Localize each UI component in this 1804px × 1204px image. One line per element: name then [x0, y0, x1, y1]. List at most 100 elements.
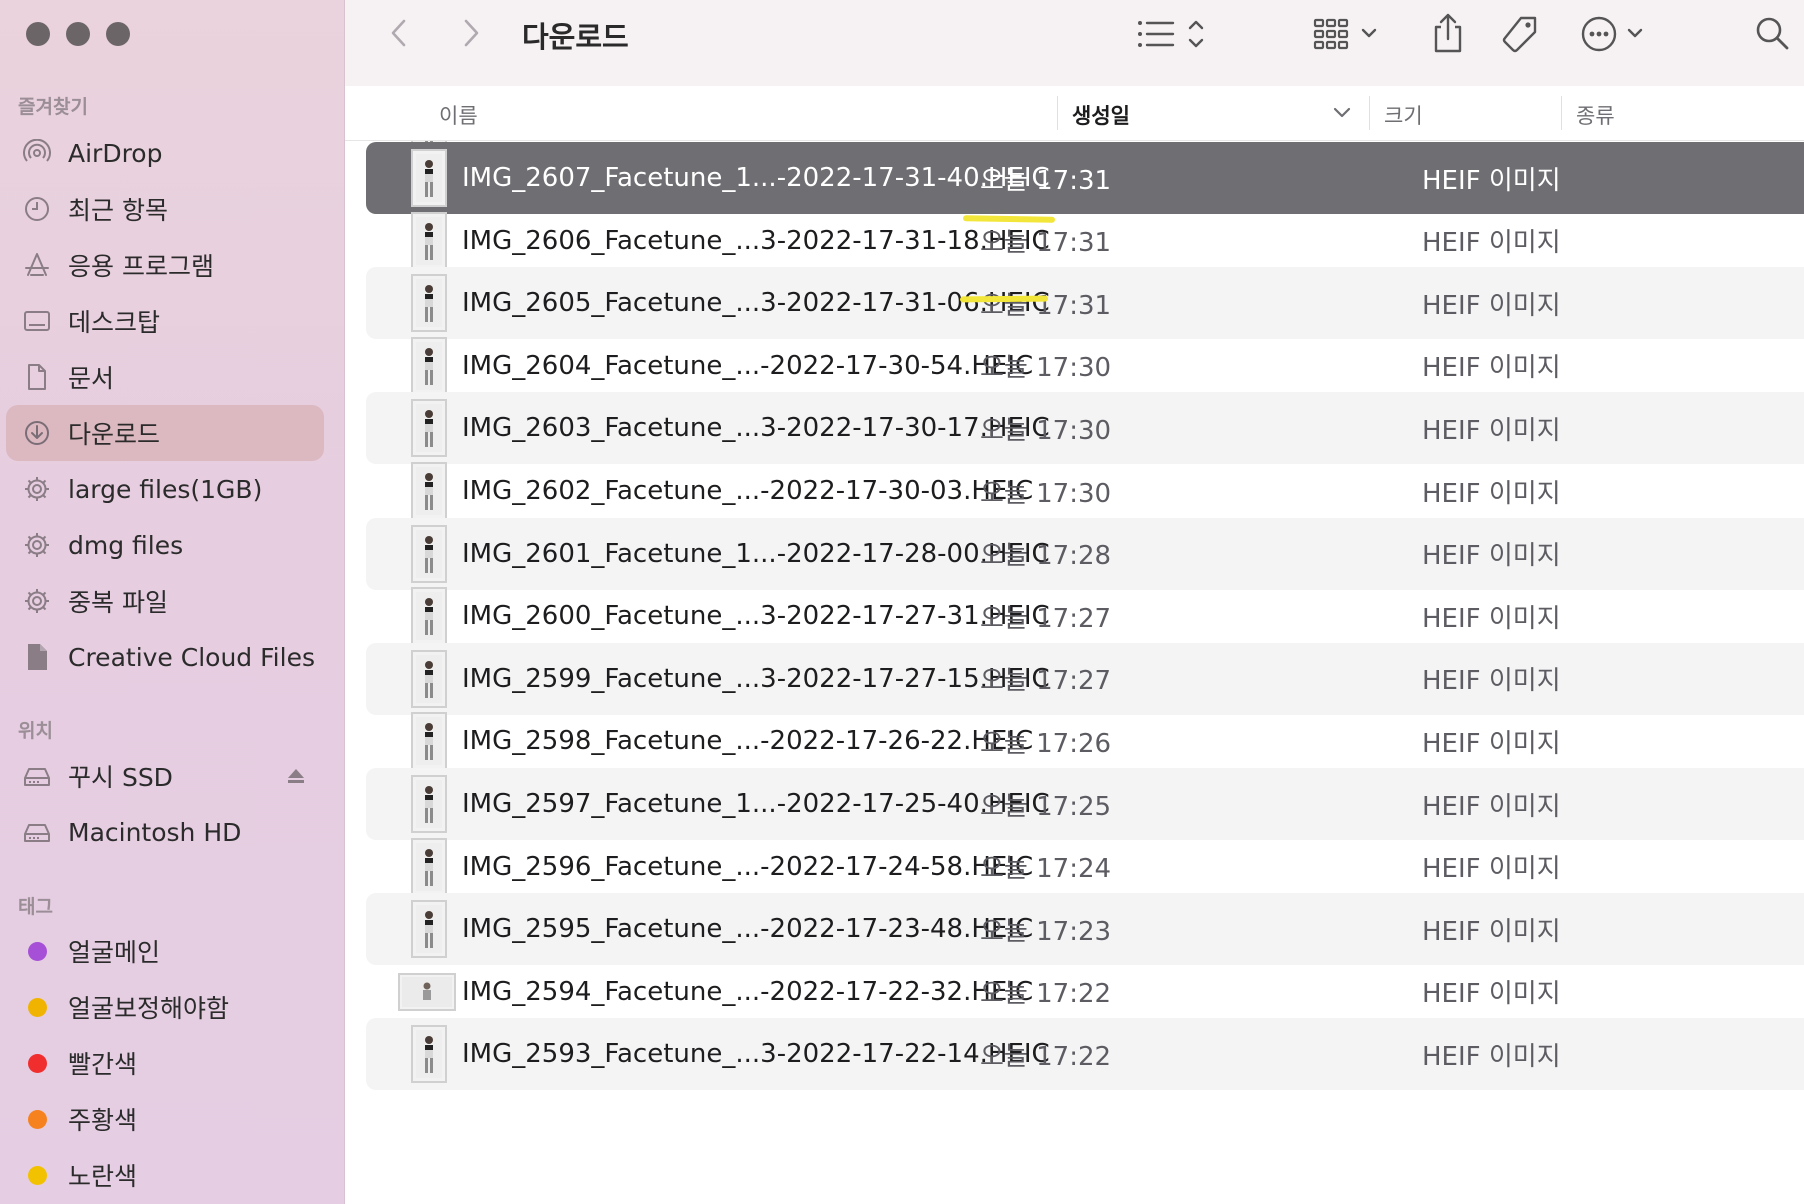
sidebar-item-label: 주황색: [68, 1106, 138, 1135]
file-row[interactable]: IMG_2598_Facetune_...-2022-17-26-22.HEIC…: [366, 705, 1804, 777]
file-row[interactable]: IMG_2602_Facetune_...-2022-17-30-03.HEIC…: [366, 455, 1804, 527]
file-name: IMG_2601_Facetune_1...-2022-17-28-00.HEI…: [462, 538, 1050, 569]
file-list: IMG_2607_Facetune_1...-2022-17-31-40.HEI…: [345, 141, 1804, 1204]
file-thumbnail: [411, 149, 447, 207]
sidebar-item-loc-ssd[interactable]: 꾸시 SSD: [6, 748, 324, 804]
file-row[interactable]: IMG_2594_Facetune_...-2022-17-22-32.HEIC…: [366, 956, 1804, 1028]
sidebar-item-label: 빨간색: [68, 1050, 138, 1079]
sidebar-item-fav-item[interactable]: 중복 파일: [6, 573, 324, 629]
sidebar-item-loc-macintosh-hd[interactable]: Macintosh HD: [6, 804, 324, 860]
file-kind: HEIF 이미지: [1422, 415, 1561, 446]
file-kind: HEIF 이미지: [1422, 541, 1561, 572]
sidebar-item-fav-item[interactable]: 다운로드: [6, 405, 324, 461]
sidebar-item-tag-item[interactable]: 얼굴메인: [6, 923, 324, 979]
sidebar-item-fav-item[interactable]: 데스크탑: [6, 293, 324, 349]
file-name: IMG_2599_Facetune_...3-2022-17-27-15.HEI…: [462, 663, 1050, 694]
file-thumbnail: [411, 900, 447, 959]
file-date-created: 오늘 17:27: [980, 603, 1112, 634]
sidebar-item-tag-item[interactable]: 얼굴보정해야함: [6, 979, 324, 1035]
sidebar-item-label: large files(1GB): [68, 474, 263, 504]
column-date-created[interactable]: 생성일: [1072, 100, 1130, 130]
column-size[interactable]: 크기: [1384, 100, 1423, 130]
close-window-button[interactable]: [26, 22, 50, 46]
file-row[interactable]: IMG_2599_Facetune_...3-2022-17-27-15.HEI…: [366, 642, 1804, 715]
search-button[interactable]: [1751, 12, 1793, 54]
column-name[interactable]: 이름: [439, 100, 478, 130]
forward-button[interactable]: [457, 16, 487, 50]
download-icon: [23, 419, 51, 447]
file-kind: HEIF 이미지: [1422, 791, 1561, 822]
sidebar-item-label: 최근 항목: [68, 196, 168, 225]
file-name: IMG_2596_Facetune_...-2022-17-24-58.HEIC: [462, 851, 1034, 882]
share-icon: [1434, 13, 1462, 53]
eject-icon[interactable]: [286, 766, 306, 786]
window-title: 다운로드: [522, 20, 629, 54]
file-thumbnail: [411, 837, 447, 896]
file-row[interactable]: IMG_2605_Facetune_...3-2022-17-31-06.HEI…: [366, 267, 1804, 340]
file-thumbnail: [398, 972, 456, 1011]
file-row[interactable]: IMG_2603_Facetune_...3-2022-17-30-17.HEI…: [366, 392, 1804, 465]
back-button[interactable]: [383, 16, 413, 50]
applications-icon: [23, 251, 51, 279]
share-button[interactable]: [1425, 10, 1471, 56]
sidebar-item-fav-item[interactable]: 응용 프로그램: [6, 237, 324, 293]
sidebar-item-tag-item[interactable]: 주황색: [6, 1091, 324, 1147]
tags-header: 태그: [18, 896, 53, 918]
sidebar: 즐겨찾기 AirDrop 최근 항목 응용 프로그램 데스크탑 문서 다운로드 large …: [0, 0, 345, 1204]
file-row[interactable]: IMG_2596_Facetune_...-2022-17-24-58.HEIC…: [366, 831, 1804, 903]
sidebar-item-fav-creative-cloud-files[interactable]: Creative Cloud Files: [6, 629, 324, 685]
minimize-window-button[interactable]: [66, 22, 90, 46]
column-divider[interactable]: [1057, 96, 1058, 130]
column-divider[interactable]: [1369, 96, 1370, 130]
file-row[interactable]: IMG_2601_Facetune_1...-2022-17-28-00.HEI…: [366, 517, 1804, 590]
file-row[interactable]: IMG_2606_Facetune_...3-2022-17-31-18.HEI…: [366, 205, 1804, 277]
view-options-button[interactable]: [1130, 14, 1210, 54]
file-thumbnail: [411, 775, 447, 833]
more-actions-button[interactable]: [1577, 12, 1649, 56]
file-date-created: 오늘 17:25: [980, 791, 1112, 822]
sidebar-item-label: 얼굴보정해야함: [68, 994, 230, 1023]
sidebar-item-label: Creative Cloud Files: [68, 642, 315, 672]
file-thumbnail: [411, 462, 447, 520]
sidebar-item-fav-dmg-files[interactable]: dmg files: [6, 517, 324, 573]
gear-folder-icon: [23, 475, 51, 503]
sidebar-item-fav-large-files-1gb[interactable]: large files(1GB): [6, 461, 324, 517]
file-row[interactable]: IMG_2597_Facetune_1...-2022-17-25-40.HEI…: [366, 768, 1804, 840]
zoom-window-button[interactable]: [106, 22, 130, 46]
file-kind: HEIF 이미지: [1422, 228, 1561, 259]
file-name: IMG_2598_Facetune_...-2022-17-26-22.HEIC: [462, 726, 1034, 757]
file-icon: [23, 643, 51, 671]
file-date-created: 오늘 17:24: [980, 854, 1112, 885]
file-row[interactable]: IMG_2593_Facetune_...3-2022-17-22-14.HEI…: [366, 1018, 1804, 1091]
sort-chevron-down-icon[interactable]: [1333, 106, 1351, 120]
clock-icon: [23, 195, 51, 223]
file-kind: HEIF 이미지: [1422, 979, 1561, 1010]
tag-button[interactable]: [1497, 12, 1543, 58]
file-kind: HEIF 이미지: [1422, 854, 1561, 885]
group-button[interactable]: [1311, 14, 1385, 54]
sidebar-item-tag-item[interactable]: 빨간색: [6, 1035, 324, 1091]
sidebar-item-fav-airdrop[interactable]: AirDrop: [6, 125, 324, 181]
sidebar-item-fav-item[interactable]: 문서: [6, 349, 324, 405]
file-row[interactable]: IMG_2595_Facetune_...-2022-17-23-48.HEIC…: [366, 893, 1804, 966]
drive-icon: [23, 762, 51, 790]
file-thumbnail: [411, 399, 447, 458]
file-row[interactable]: IMG_2600_Facetune_...3-2022-17-27-31.HEI…: [366, 580, 1804, 652]
file-thumbnail: [411, 1025, 447, 1084]
tag-color-dot-icon: [28, 941, 47, 961]
column-kind[interactable]: 종류: [1576, 100, 1615, 130]
file-name: IMG_2605_Facetune_...3-2022-17-31-06.HEI…: [462, 288, 1050, 319]
file-date-created: 오늘 17:30: [980, 415, 1112, 446]
column-divider[interactable]: [1561, 96, 1562, 130]
sidebar-item-tag-item[interactable]: 노란색: [6, 1147, 324, 1203]
file-thumbnail: [411, 336, 447, 395]
file-row[interactable]: IMG_2604_Facetune_...-2022-17-30-54.HEIC…: [366, 330, 1804, 402]
chevron-right-icon: [464, 19, 479, 47]
file-row[interactable]: IMG_2607_Facetune_1...-2022-17-31-40.HEI…: [366, 142, 1804, 214]
file-name: IMG_2593_Facetune_...3-2022-17-22-14.HEI…: [462, 1039, 1050, 1070]
file-thumbnail: [411, 712, 447, 771]
sidebar-item-label: AirDrop: [68, 138, 163, 168]
file-date-created: 오늘 17:30: [980, 478, 1112, 509]
gear-folder-icon: [23, 531, 51, 559]
sidebar-item-fav-item[interactable]: 최근 항목: [6, 181, 324, 237]
